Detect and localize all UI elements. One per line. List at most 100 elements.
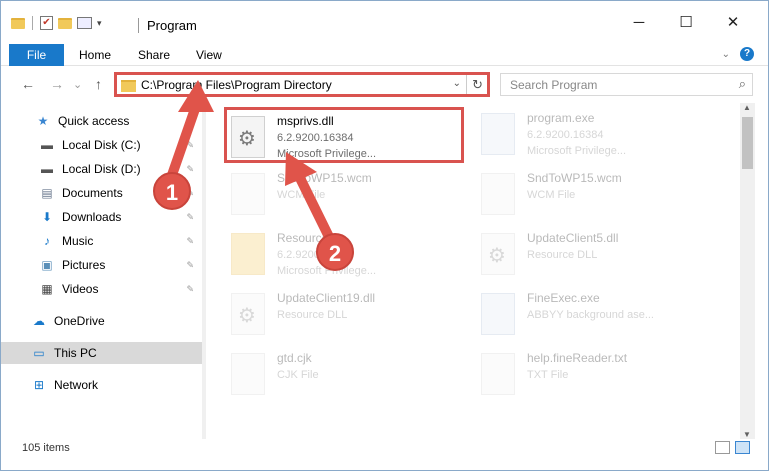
pin-icon[interactable]: ✎	[186, 212, 194, 223]
sidebar-item-label: Pictures	[62, 258, 106, 272]
properties-icon[interactable]: ✔	[40, 16, 53, 30]
sidebar-item-label: Videos	[62, 282, 99, 296]
file-name: gtd.cjk	[277, 351, 312, 365]
search-input[interactable]: Search Program	[510, 78, 597, 92]
address-dropdown-icon[interactable]: ⌄	[453, 78, 461, 89]
file-version: 6.2.9200.16384	[527, 129, 604, 141]
scrollbar-thumb[interactable]	[742, 117, 753, 169]
title-bar: ✔ ▾ Program ─ ☐ ✕	[1, 1, 768, 41]
file-name: SndToWP15.wcm	[277, 171, 372, 185]
file-name: FineExec.exe	[527, 291, 600, 305]
sidebar-item-this-pc[interactable]: ▭ This PC	[1, 342, 202, 364]
tab-share[interactable]: Share	[138, 44, 170, 66]
file-type: Resource DLL	[277, 309, 348, 321]
step-badge-1: 1	[153, 172, 191, 210]
quick-access-toolbar: ✔ ▾	[11, 16, 102, 30]
file-icon	[231, 173, 265, 215]
download-icon: ⬇	[41, 210, 53, 224]
scroll-down-icon[interactable]: ▼	[743, 430, 751, 439]
sidebar-item-videos[interactable]: ▦ Videos ✎	[1, 278, 202, 300]
sidebar-item-onedrive[interactable]: ☁ OneDrive	[1, 310, 202, 332]
videos-icon: ▦	[41, 282, 53, 296]
navigation-pane: ★ Quick access ▬ Local Disk (C:) ✎ ▬ Loc…	[1, 103, 206, 439]
file-item[interactable]: SndToWP15.wcm WCM File	[227, 167, 467, 223]
sidebar-item-label: Downloads	[62, 210, 122, 224]
ribbon: File Home Share View ⌄ ?	[1, 41, 768, 66]
file-description: Microsoft Privilege...	[527, 145, 627, 157]
back-arrow-icon[interactable]: ←	[21, 76, 35, 92]
qat-dropdown-icon[interactable]: ▾	[97, 18, 102, 29]
sidebar-item-label: This PC	[54, 346, 97, 360]
sidebar-item-pictures[interactable]: ▣ Pictures ✎	[1, 254, 202, 276]
scroll-up-icon[interactable]: ▲	[743, 103, 751, 112]
file-explorer-window: ✔ ▾ Program ─ ☐ ✕ File Home Share View ⌄…	[0, 0, 769, 471]
file-type: TXT File	[527, 369, 569, 381]
pin-icon[interactable]: ✎	[186, 164, 194, 175]
music-icon: ♪	[44, 234, 50, 248]
file-item[interactable]: FineExec.exe ABBYY background ase...	[477, 287, 717, 343]
tab-view[interactable]: View	[196, 44, 222, 66]
sidebar-item-local-disk-c[interactable]: ▬ Local Disk (C:) ✎	[1, 134, 202, 156]
folder-icon[interactable]	[11, 17, 25, 29]
file-item[interactable]: program.exe 6.2.9200.16384 Microsoft Pri…	[477, 107, 717, 163]
address-bar[interactable]: C:\Program Files\Program Directory ⌄ ↻	[114, 72, 490, 97]
minimize-button[interactable]: ─	[629, 13, 649, 33]
drive-icon: ▬	[41, 162, 53, 176]
file-item[interactable]: UpdateClient5.dll Resource DLL	[477, 227, 717, 283]
sidebar-item-label: Quick access	[58, 114, 130, 128]
address-path[interactable]: C:\Program Files\Program Directory	[141, 78, 332, 92]
search-icon: ⌕	[738, 76, 746, 91]
file-name: help.fineReader.txt	[527, 351, 628, 365]
sidebar-item-music[interactable]: ♪ Music ✎	[1, 230, 202, 252]
tab-home[interactable]: Home	[79, 44, 111, 66]
sidebar-item-label: Music	[62, 234, 94, 248]
maximize-button[interactable]: ☐	[676, 13, 696, 33]
sidebar-item-quick-access[interactable]: ★ Quick access	[1, 110, 202, 132]
folder-icon	[231, 233, 265, 275]
documents-icon: ▤	[41, 186, 53, 200]
file-item[interactable]: gtd.cjk CJK File	[227, 347, 467, 403]
dll-icon	[231, 293, 265, 335]
file-item[interactable]: UpdateClient19.dll Resource DLL	[227, 287, 467, 343]
refresh-icon[interactable]: ↻	[472, 77, 483, 93]
star-icon: ★	[37, 114, 49, 128]
search-box[interactable]: Search Program ⌕	[500, 73, 753, 96]
pin-icon[interactable]: ✎	[186, 260, 194, 271]
details-view-icon[interactable]	[715, 441, 730, 454]
up-arrow-icon[interactable]: ↑	[95, 76, 102, 92]
forward-arrow-icon[interactable]: →	[50, 76, 64, 92]
file-name: SndToWP15.wcm	[527, 171, 622, 185]
tab-file[interactable]: File	[9, 44, 64, 66]
file-name: UpdateClient5.dll	[527, 231, 619, 245]
close-button[interactable]: ✕	[723, 13, 743, 33]
computer-icon: ▭	[33, 346, 45, 360]
file-item-msprivs-dll[interactable]: msprivs.dll 6.2.9200.16384 Microsoft Pri…	[224, 107, 464, 163]
new-folder-icon[interactable]	[58, 17, 72, 29]
file-item[interactable]: help.fineReader.txt TXT File	[477, 347, 717, 403]
file-type: WCM File	[527, 189, 576, 201]
divider	[32, 16, 33, 30]
customize-icon[interactable]	[77, 17, 92, 29]
pin-icon[interactable]: ✎	[186, 140, 194, 151]
exe-icon	[481, 113, 515, 155]
recent-locations-icon[interactable]: ⌄	[73, 78, 82, 91]
sidebar-item-network[interactable]: ⊞ Network	[1, 374, 202, 396]
item-count: 105 items	[22, 442, 70, 454]
ribbon-controls: ⌄ ?	[722, 47, 754, 61]
navigation-bar: ← → ⌄ ↑ C:\Program Files\Program Directo…	[1, 67, 768, 103]
divider	[138, 18, 139, 33]
pin-icon[interactable]: ✎	[186, 236, 194, 247]
file-type: ABBYY background ase...	[527, 309, 654, 321]
help-icon[interactable]: ?	[740, 47, 754, 61]
expand-ribbon-icon[interactable]: ⌄	[722, 49, 730, 60]
drive-icon: ▬	[41, 138, 53, 152]
file-item[interactable]: SndToWP15.wcm WCM File	[477, 167, 717, 223]
pin-icon[interactable]: ✎	[186, 284, 194, 295]
file-name: UpdateClient19.dll	[277, 291, 376, 305]
file-name: program.exe	[527, 111, 595, 125]
sidebar-item-label: Documents	[62, 186, 123, 200]
exe-icon	[481, 293, 515, 335]
sidebar-scrollbar[interactable]	[202, 103, 206, 439]
content-scrollbar[interactable]: ▲ ▼	[740, 103, 755, 439]
tiles-view-icon[interactable]	[735, 441, 750, 454]
